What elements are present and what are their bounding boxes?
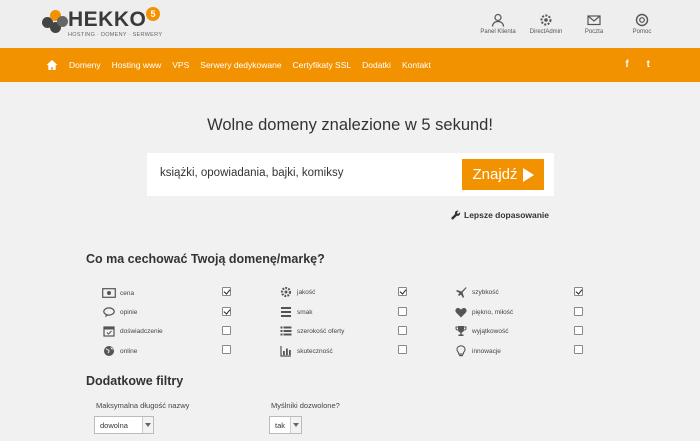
features-title: Co ma cechować Twoją domenę/markę? xyxy=(86,252,325,266)
feature-label: innowacje xyxy=(472,347,501,355)
page-title: Wolne domeny znalezione w 5 sekund! xyxy=(207,116,493,134)
feature-checkbox-piekno[interactable] xyxy=(574,307,583,316)
comment-icon xyxy=(102,306,116,318)
feature-checkbox-szerokosc[interactable] xyxy=(398,326,407,335)
top-link-label: Panel Klienta xyxy=(480,29,516,35)
facebook-icon[interactable]: f xyxy=(625,59,628,70)
top-links: Panel Klienta DirectAdmin Poczta Pomoc xyxy=(480,13,660,35)
feature-label: wyjątkowość xyxy=(472,327,509,335)
home-icon[interactable] xyxy=(46,59,58,71)
lightbulb-icon xyxy=(454,345,468,357)
hyphens-value: tak xyxy=(275,420,286,430)
feature-label: jakość xyxy=(297,288,316,296)
feature-checkbox-skutecznosc[interactable] xyxy=(398,345,407,354)
feature-online: online xyxy=(102,344,137,358)
nav-item-kontakt[interactable]: Kontakt xyxy=(402,60,431,70)
feature-doswiadczenie: doświadczenie xyxy=(102,324,163,338)
top-link-label: DirectAdmin xyxy=(529,29,563,35)
feature-label: szybkość xyxy=(472,288,499,296)
feature-label: skuteczność xyxy=(297,347,333,355)
feature-szybkosc: szybkość xyxy=(454,285,499,299)
feature-innowacje: innowacje xyxy=(454,344,501,358)
feature-label: doświadczenie xyxy=(120,327,163,335)
top-link-label: Pomoc xyxy=(632,29,652,35)
bar-chart-icon xyxy=(279,345,293,357)
top-link-poczta[interactable]: Poczta xyxy=(576,13,612,35)
twitter-icon[interactable]: t xyxy=(647,59,650,70)
feature-skutecznosc: skuteczność xyxy=(279,344,333,358)
logo-badge: 5 xyxy=(146,7,160,21)
logo-text: HEKKO xyxy=(68,8,147,31)
top-link-label: Poczta xyxy=(584,29,604,35)
logo-tagline: HOSTING · DOMENY · SERWERY xyxy=(68,32,163,38)
nav-item-ssl[interactable]: Certyfikaty SSL xyxy=(293,60,352,70)
feature-checkbox-jakosc[interactable] xyxy=(398,287,407,296)
nav-item-dodatki[interactable]: Dodatki xyxy=(362,60,391,70)
globe-icon xyxy=(102,345,116,357)
plane-icon xyxy=(454,286,468,298)
feature-smak: smak xyxy=(279,305,313,319)
mail-icon xyxy=(587,15,601,26)
feature-wyjatkowosc: wyjątkowość xyxy=(454,324,508,338)
nav-item-domeny[interactable]: Domeny xyxy=(69,60,101,70)
cog-icon xyxy=(279,286,293,298)
feature-checkbox-doswiadczenie[interactable] xyxy=(222,326,231,335)
search-button[interactable]: Znajdź xyxy=(462,159,544,190)
feature-piekno: piękno, miłość xyxy=(454,305,513,319)
chevron-down-icon xyxy=(290,417,301,433)
feature-label: piękno, miłość xyxy=(472,308,514,316)
nav-item-vps[interactable]: VPS xyxy=(172,60,189,70)
calendar-icon xyxy=(102,325,116,337)
max-length-select[interactable]: dowolna xyxy=(94,416,154,434)
hyphens-select[interactable]: tak xyxy=(269,416,302,434)
feature-label: smak xyxy=(297,308,313,316)
gear-icon xyxy=(540,14,552,26)
feature-szerokosc: szerokość oferty xyxy=(279,324,344,338)
max-length-label: Maksymalna długość nazwy xyxy=(96,401,190,410)
logo-dots-icon xyxy=(42,10,68,36)
feature-label: szerokość oferty xyxy=(297,327,345,335)
feature-checkbox-opinie[interactable] xyxy=(222,307,231,316)
feature-checkbox-online[interactable] xyxy=(222,345,231,354)
filters-title: Dodatkowe filtry xyxy=(86,374,184,388)
wrench-icon xyxy=(451,210,461,220)
advanced-match-link[interactable]: Lepsze dopasowanie xyxy=(451,210,549,220)
top-link-directadmin[interactable]: DirectAdmin xyxy=(528,13,564,35)
cutlery-icon xyxy=(279,306,293,318)
feature-opinie: opinie xyxy=(102,305,137,319)
feature-label: cena xyxy=(120,289,135,297)
hyphens-label: Myślniki dozwolone? xyxy=(271,401,340,410)
feature-cena: cena xyxy=(102,286,134,300)
max-length-value: dowolna xyxy=(100,420,128,430)
feature-jakosc: jakość xyxy=(279,285,315,299)
feature-checkbox-cena[interactable] xyxy=(222,287,231,296)
search-box: książki, opowiadania, bajki, komiksy Zna… xyxy=(147,153,554,196)
feature-label: opinie xyxy=(120,308,138,316)
chevron-down-icon xyxy=(142,417,153,433)
money-icon xyxy=(102,287,116,299)
list-icon xyxy=(279,325,293,337)
feature-checkbox-szybkosc[interactable] xyxy=(574,287,583,296)
top-header: HEKKO 5 HOSTING · DOMENY · SERWERY Panel… xyxy=(0,0,700,48)
nav-item-hosting[interactable]: Hosting www xyxy=(112,60,162,70)
top-link-pomoc[interactable]: Pomoc xyxy=(624,13,660,35)
play-icon xyxy=(522,167,534,182)
main-nav: Domeny Hosting www VPS Serwery dedykowan… xyxy=(0,48,700,82)
logo[interactable]: HEKKO 5 HOSTING · DOMENY · SERWERY xyxy=(42,7,163,40)
heart-icon xyxy=(454,306,468,318)
user-icon xyxy=(491,13,505,27)
nav-item-serwery[interactable]: Serwery dedykowane xyxy=(200,60,281,70)
feature-checkbox-smak[interactable] xyxy=(398,307,407,316)
lifebuoy-icon xyxy=(635,13,649,27)
feature-label: online xyxy=(120,347,138,355)
feature-checkbox-wyjatkowosc[interactable] xyxy=(574,326,583,335)
search-input[interactable]: książki, opowiadania, bajki, komiksy xyxy=(160,167,343,179)
feature-checkbox-innowacje[interactable] xyxy=(574,345,583,354)
advanced-match-label: Lepsze dopasowanie xyxy=(464,210,550,220)
trophy-icon xyxy=(454,325,468,337)
search-button-label: Znajdź xyxy=(472,166,518,183)
top-link-panel[interactable]: Panel Klienta xyxy=(480,13,516,35)
